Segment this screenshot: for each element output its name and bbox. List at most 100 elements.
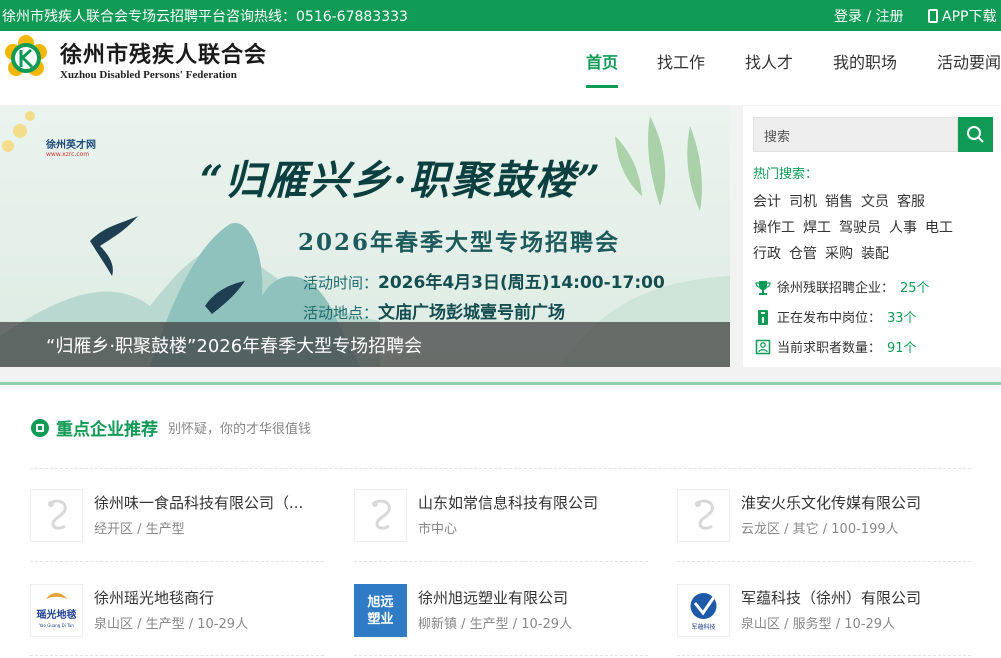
company-name[interactable]: 徐州旭远塑业有限公司 — [418, 587, 568, 608]
federation-logo-icon[interactable] — [4, 35, 48, 81]
company-logo[interactable]: 瑶光地毯 Yao Guang Di Tan — [30, 584, 83, 637]
search-input[interactable]: 搜索 — [753, 117, 958, 152]
badge-icon — [758, 309, 768, 325]
company-logo[interactable] — [354, 489, 407, 542]
event-time-value: 2026年4月3日(周五)14:00-17:00 — [378, 273, 665, 293]
section-title: 重点企业推荐 — [56, 420, 158, 440]
login-register-link[interactable]: 登录 / 注册 — [834, 6, 904, 26]
stat-jobseekers: 当前求职者数量： 91个 — [755, 337, 917, 356]
junyun-logo-icon: 军蕴科技 — [690, 593, 717, 631]
company-logo[interactable] — [677, 489, 730, 542]
banner-slogan: “归雁兴乡·职聚鼓楼” — [200, 157, 602, 204]
stat-employers-value: 25个 — [900, 281, 930, 296]
company-logo[interactable] — [30, 489, 83, 542]
company-name[interactable]: 军蕴科技（徐州）有限公司 — [741, 587, 921, 608]
section-header: 重点企业推荐 别怀疑，你的才华很值钱 — [30, 415, 311, 440]
section-subtitle: 别怀疑，你的才华很值钱 — [168, 422, 312, 437]
banner-caption[interactable]: “归雁乡·职聚鼓楼”2026年春季大型专场招聘会 — [0, 322, 730, 367]
xuyuan-logo-icon: 旭远塑业 — [367, 595, 393, 627]
card-divider — [30, 561, 324, 562]
site-logo-text: 徐州英才网 — [46, 140, 96, 151]
hot-search-item[interactable]: 电工 — [925, 220, 953, 236]
hot-search-row-3: 行政 仓管 采购 装配 — [753, 243, 897, 263]
hot-search-row-2: 操作工 焊工 驾驶员 人事 电工 — [753, 217, 961, 237]
company-name[interactable]: 山东如常信息科技有限公司 — [418, 492, 598, 513]
card-divider — [677, 655, 971, 656]
section-divider — [30, 468, 971, 469]
hot-search-item[interactable]: 销售 — [825, 194, 853, 210]
stat-positions-label: 正在发布中岗位： — [777, 311, 882, 326]
default-company-logo-icon — [48, 499, 67, 530]
yaoguang-logo-sub: Yao Guang Di Tan — [38, 623, 74, 628]
company-name[interactable]: 徐州味一食品科技有限公司（... — [94, 492, 303, 513]
company-card[interactable]: 旭远塑业 徐州旭远塑业有限公司 柳新镇 / 生产型 / 10-29人 — [354, 584, 648, 640]
hot-search-item[interactable]: 焊工 — [803, 220, 831, 236]
hot-search-item[interactable]: 文员 — [861, 194, 889, 210]
event-place-label: 活动地点： — [303, 304, 379, 322]
nav-find-job[interactable]: 找工作 — [657, 49, 705, 87]
yaoguang-logo-icon: 瑶光地毯 Yao Guang Di Tan — [37, 593, 77, 628]
trophy-icon — [755, 280, 771, 295]
featured-companies-section: 重点企业推荐 别怀疑，你的才华很值钱 徐州味一食品科技有限公司（... 经开区 … — [0, 382, 1001, 658]
company-card[interactable]: 山东如常信息科技有限公司 市中心 — [354, 489, 648, 545]
event-time-label: 活动时间： — [303, 274, 379, 292]
event-place: 活动地点：文庙广场彭城壹号前广场 — [303, 298, 565, 323]
card-divider — [677, 561, 971, 562]
app-download-link[interactable]: APP下载 — [928, 6, 996, 26]
search-button[interactable] — [958, 117, 993, 152]
hot-search-item[interactable]: 装配 — [861, 246, 889, 262]
event-place-value: 文庙广场彭城壹号前广场 — [378, 303, 566, 323]
site-logo-sub: www.xzrc.com — [46, 151, 90, 158]
section-title-icon — [31, 418, 49, 437]
company-card[interactable]: 军蕴科技 军蕴科技（徐州）有限公司 泉山区 / 服务型 / 10-29人 — [677, 584, 971, 640]
hot-search-item[interactable]: 人事 — [889, 220, 917, 236]
stat-jobseekers-label: 当前求职者数量： — [777, 341, 882, 356]
stat-employers: 徐州残联招聘企业： 25个 — [755, 277, 930, 296]
person-card-icon — [755, 339, 771, 354]
top-bar: 徐州市残疾人联合会专场云招聘平台咨询热线：0516-67883333 登录 / … — [0, 0, 1001, 31]
site-logo: 徐州英才网 www.xzrc.com — [46, 136, 116, 160]
company-logo[interactable]: 旭远塑业 — [354, 584, 407, 637]
hot-search-item[interactable]: 会计 — [753, 194, 781, 210]
card-divider — [30, 655, 324, 656]
nav-my-workplace[interactable]: 我的职场 — [833, 49, 897, 87]
company-meta: 泉山区 / 生产型 / 10-29人 — [94, 617, 249, 632]
company-card[interactable]: 徐州味一食品科技有限公司（... 经开区 / 生产型 — [30, 489, 324, 545]
stat-positions: 正在发布中岗位： 33个 — [755, 307, 917, 326]
company-name[interactable]: 徐州瑶光地毯商行 — [94, 587, 214, 608]
event-banner[interactable]: 徐州英才网 www.xzrc.com “归雁兴乡·职聚鼓楼” 2026年春季大型… — [0, 106, 730, 367]
nav-events-news[interactable]: 活动要闻 — [937, 49, 1001, 87]
stat-positions-value: 33个 — [887, 311, 917, 326]
company-meta: 柳新镇 / 生产型 / 10-29人 — [418, 617, 573, 632]
company-meta: 经开区 / 生产型 — [94, 522, 185, 537]
site-header: 徐州市残疾人联合会 Xuzhou Disabled Persons' Feder… — [0, 31, 1001, 105]
company-meta: 泉山区 / 服务型 / 10-29人 — [741, 617, 896, 632]
banner-caption-text: “归雁乡·职聚鼓楼”2026年春季大型专场招聘会 — [46, 336, 423, 357]
default-company-logo-icon — [695, 499, 714, 530]
hot-search-item[interactable]: 行政 — [753, 246, 781, 262]
company-name[interactable]: 淮安火乐文化传媒有限公司 — [741, 492, 921, 513]
search-icon — [967, 126, 984, 143]
hot-search-item[interactable]: 采购 — [825, 246, 853, 262]
company-card[interactable]: 瑶光地毯 Yao Guang Di Tan 徐州瑶光地毯商行 泉山区 / 生产型… — [30, 584, 324, 640]
stat-employers-label: 徐州残联招聘企业： — [777, 281, 895, 296]
nav-find-talent[interactable]: 找人才 — [745, 49, 793, 87]
default-company-logo-icon — [372, 499, 391, 530]
company-logo[interactable]: 军蕴科技 — [677, 584, 730, 637]
banner-subtitle: 2026年春季大型专场招聘会 — [298, 229, 621, 256]
hot-search-item[interactable]: 操作工 — [753, 220, 795, 236]
hot-search-item[interactable]: 仓管 — [789, 246, 817, 262]
junyun-logo-text: 军蕴科技 — [691, 623, 715, 631]
phone-icon — [928, 9, 938, 23]
hot-search-row-1: 会计 司机 销售 文员 客服 — [753, 191, 933, 211]
hot-search-item[interactable]: 驾驶员 — [839, 220, 881, 236]
app-download-label: APP下载 — [942, 9, 997, 25]
yaoguang-logo-text: 瑶光地毯 — [37, 608, 77, 621]
nav-home[interactable]: 首页 — [586, 49, 619, 88]
hotline-text: 徐州市残疾人联合会专场云招聘平台咨询热线：0516-67883333 — [2, 9, 408, 25]
hot-search-item[interactable]: 司机 — [789, 194, 817, 210]
card-divider — [354, 561, 648, 562]
company-card[interactable]: 淮安火乐文化传媒有限公司 云龙区 / 其它 / 100-199人 — [677, 489, 971, 545]
hot-search-item[interactable]: 客服 — [897, 194, 925, 210]
company-meta: 云龙区 / 其它 / 100-199人 — [741, 522, 899, 537]
